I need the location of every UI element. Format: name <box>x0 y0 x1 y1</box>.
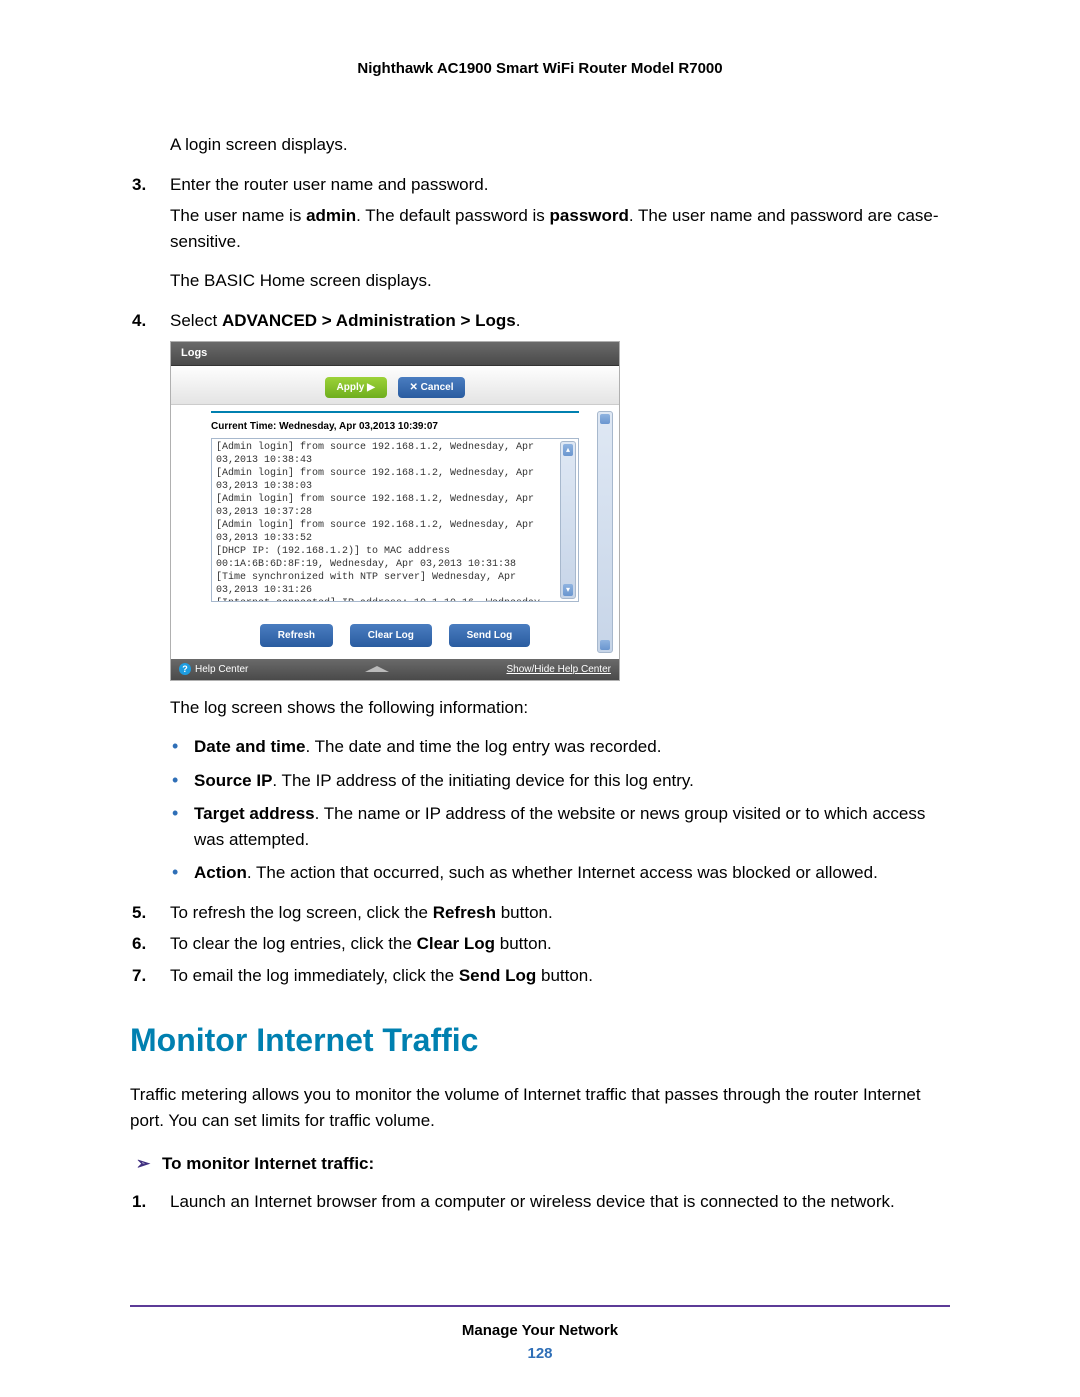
help-footer: ?Help Center Show/Hide Help Center <box>171 659 619 680</box>
document-page: Nighthawk AC1900 Smart WiFi Router Model… <box>0 0 1080 1397</box>
step-number: 5. <box>132 900 146 926</box>
apply-button[interactable]: Apply ▶ <box>325 377 387 398</box>
step-7: 7. To email the log immediately, click t… <box>130 963 950 989</box>
toolbar: Apply ▶ ✕ Cancel <box>171 366 619 405</box>
scroll-up-icon[interactable]: ▴ <box>563 444 573 456</box>
step-number: 1. <box>132 1189 146 1215</box>
step-5: 5. To refresh the log screen, click the … <box>130 900 950 926</box>
section-heading: Monitor Internet Traffic <box>130 1016 950 1064</box>
main-content: A login screen displays. 3. Enter the ro… <box>130 132 950 1214</box>
refresh-button[interactable]: Refresh <box>260 624 333 647</box>
field-action: Action. The action that occurred, such a… <box>194 860 950 886</box>
traffic-intro: Traffic metering allows you to monitor t… <box>130 1082 950 1133</box>
scroll-down-icon[interactable]: ▾ <box>563 584 573 596</box>
step-3: 3. Enter the router user name and passwo… <box>130 172 950 198</box>
log-scrollbar[interactable]: ▴ ▾ <box>560 441 576 599</box>
field-date-time: Date and time. The date and time the log… <box>194 734 950 760</box>
step-6: 6. To clear the log entries, click the C… <box>130 931 950 957</box>
step-number: 3. <box>132 172 146 198</box>
page-header: Nighthawk AC1900 Smart WiFi Router Model… <box>130 60 950 77</box>
step-text: Launch an Internet browser from a comput… <box>170 1192 895 1211</box>
tab-logs[interactable]: Logs <box>171 342 619 366</box>
log-textarea[interactable]: [Admin login] from source 192.168.1.2, W… <box>211 438 579 602</box>
show-hide-help[interactable]: Show/Hide Help Center <box>506 662 611 677</box>
step-text: Enter the router user name and password. <box>170 175 488 194</box>
procedure-title: To monitor Internet traffic: <box>136 1151 950 1177</box>
post-screenshot-text: The log screen shows the following infor… <box>130 695 950 721</box>
field-source-ip: Source IP. The IP address of the initiat… <box>194 768 950 794</box>
send-log-button[interactable]: Send Log <box>449 624 531 647</box>
page-footer: Manage Your Network 128 <box>0 1322 1080 1362</box>
step-4: 4. Select ADVANCED > Administration > Lo… <box>130 308 950 334</box>
help-center[interactable]: ?Help Center <box>179 662 248 677</box>
intro-text: A login screen displays. <box>130 132 950 158</box>
outer-scrollbar[interactable] <box>597 411 613 653</box>
step-3-note-1: The user name is admin. The default pass… <box>130 203 950 254</box>
current-time: Current Time: Wednesday, Apr 03,2013 10:… <box>211 419 579 434</box>
page-number: 128 <box>0 1345 1080 1362</box>
footer-separator <box>130 1305 950 1307</box>
expand-icon[interactable] <box>365 666 389 672</box>
field-target-address: Target address. The name or IP address o… <box>194 801 950 852</box>
step-number: 4. <box>132 308 146 334</box>
logs-screenshot: Logs Apply ▶ ✕ Cancel Current Time: Wedn… <box>170 341 620 681</box>
step-3-note-2: The BASIC Home screen displays. <box>130 268 950 294</box>
step-number: 6. <box>132 931 146 957</box>
cancel-button[interactable]: ✕ Cancel <box>398 377 466 398</box>
log-fields-list: Date and time. The date and time the log… <box>130 734 950 886</box>
log-content: [Admin login] from source 192.168.1.2, W… <box>212 439 578 602</box>
step-number: 7. <box>132 963 146 989</box>
traffic-step-1: 1. Launch an Internet browser from a com… <box>130 1189 950 1215</box>
footer-section: Manage Your Network <box>462 1322 618 1339</box>
help-icon: ? <box>179 663 191 675</box>
clear-log-button[interactable]: Clear Log <box>350 624 432 647</box>
